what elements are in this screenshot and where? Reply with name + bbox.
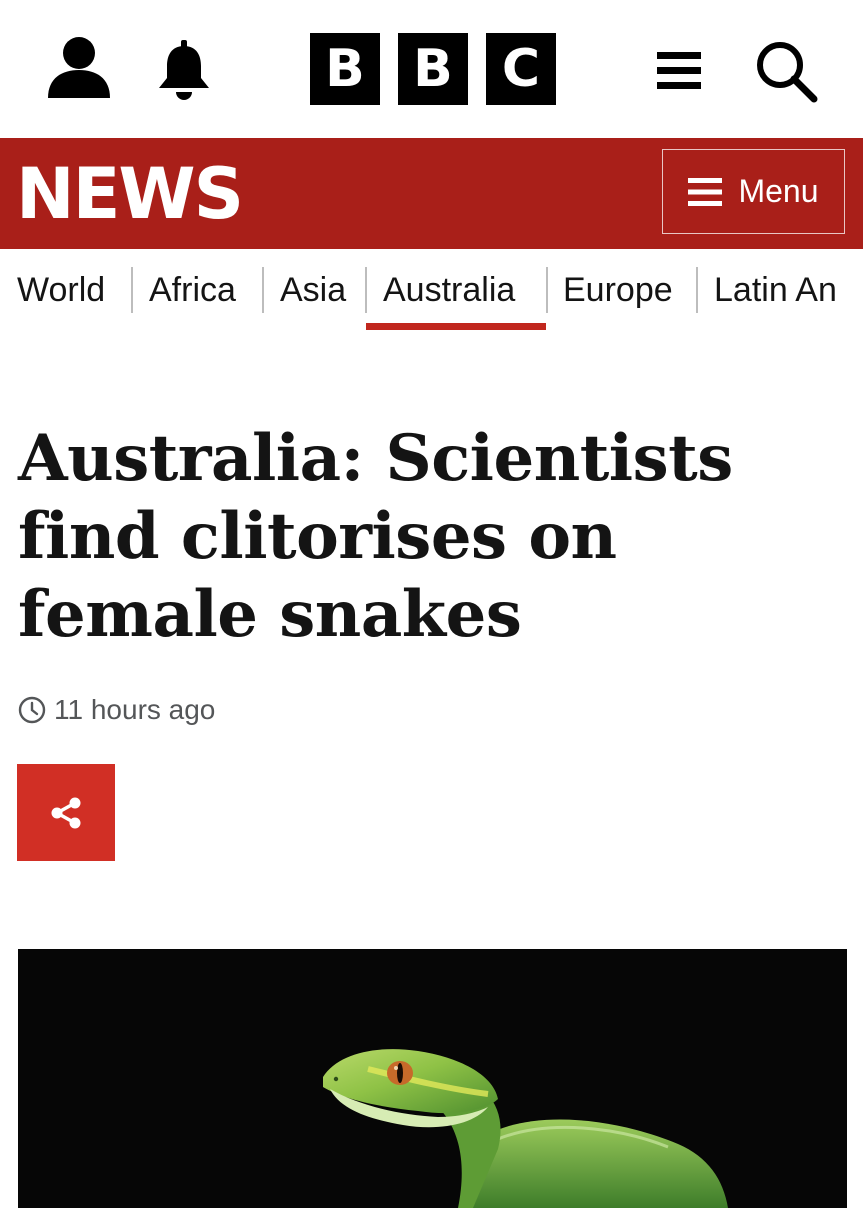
share-button[interactable] — [17, 764, 115, 861]
nav-divider — [131, 267, 133, 313]
top-bar: B B C — [0, 0, 863, 138]
bbc-logo-letter: B — [310, 33, 380, 105]
article-image-snake[interactable] — [18, 949, 847, 1208]
nav-item-australia[interactable]: Australia — [383, 267, 515, 317]
nav-item-europe[interactable]: Europe — [563, 267, 673, 317]
article-timestamp: 11 hours ago — [18, 692, 215, 728]
bbc-news-article-page: B B C NEWS Menu World Africa Asia Austra… — [0, 0, 863, 1208]
news-bar: NEWS Menu — [0, 138, 863, 249]
news-title[interactable]: NEWS — [16, 154, 244, 234]
active-nav-underline — [366, 323, 546, 330]
nav-item-latin-america[interactable]: Latin An — [714, 267, 837, 317]
nav-item-asia[interactable]: Asia — [280, 267, 346, 317]
nav-divider — [365, 267, 367, 313]
bbc-logo-letter: B — [398, 33, 468, 105]
menu-label: Menu — [738, 173, 819, 209]
bbc-logo-letter: C — [486, 33, 556, 105]
article-headline: Australia: Scientists find clitorises on… — [18, 421, 733, 652]
bbc-logo[interactable]: B B C — [310, 33, 556, 105]
timestamp-text: 11 hours ago — [54, 694, 216, 725]
nav-item-africa[interactable]: Africa — [149, 267, 236, 317]
snake-image — [323, 1049, 728, 1208]
share-icon — [51, 797, 81, 828]
menu-icon — [688, 177, 723, 206]
nav-divider — [262, 267, 264, 313]
clock-icon — [18, 696, 46, 724]
nav-item-world[interactable]: World — [17, 267, 105, 317]
search-icon[interactable] — [753, 38, 819, 104]
nav-divider — [696, 267, 698, 313]
nav-divider — [546, 267, 548, 313]
section-nav: World Africa Asia Australia Europe Latin… — [0, 249, 863, 339]
menu-button[interactable]: Menu — [662, 149, 845, 234]
bell-icon[interactable] — [155, 40, 213, 102]
account-icon[interactable] — [46, 34, 112, 100]
hamburger-icon[interactable] — [655, 48, 705, 94]
